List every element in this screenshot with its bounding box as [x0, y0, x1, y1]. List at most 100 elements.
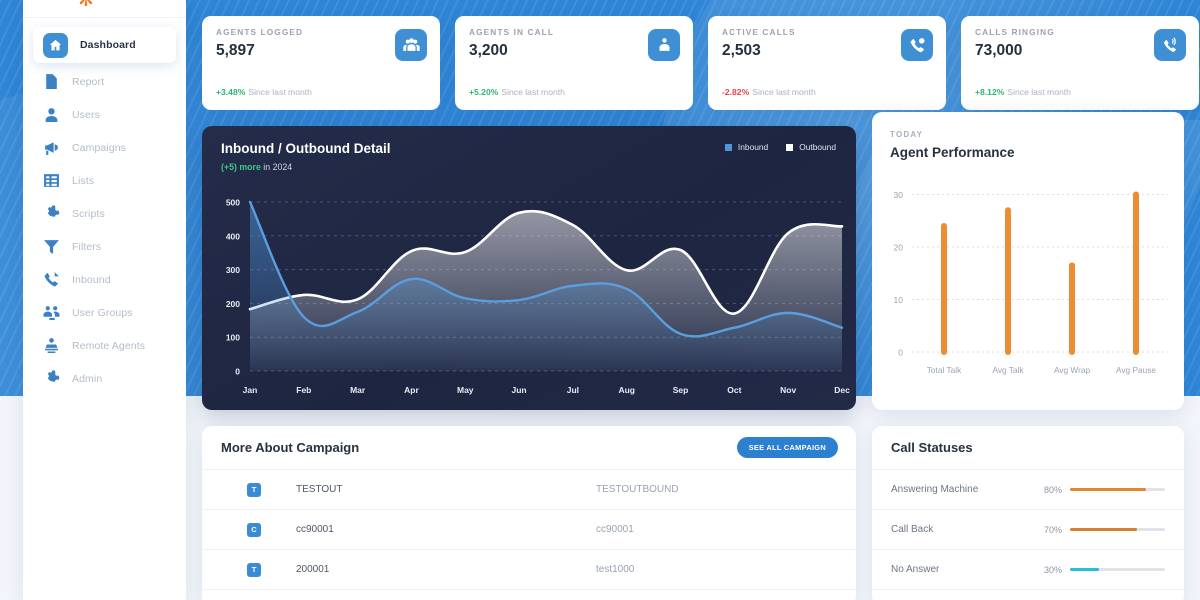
- sidebar-item-remote-agents[interactable]: Remote Agents: [33, 329, 176, 362]
- svg-text:Jan: Jan: [243, 385, 258, 395]
- campaign-table-row[interactable]: T 200001 test1000: [202, 550, 856, 590]
- agent-performance-plot[interactable]: 0 10 20 30 Total Talk Avg Talk Avg Wrap Avg Pau…: [872, 170, 1184, 410]
- call-status-percent: 70%: [1043, 524, 1062, 535]
- gear-icon: [43, 205, 60, 222]
- stat-card[interactable]: AGENTS LOGGED 5,897 +3.48% Since last month: [202, 16, 440, 110]
- orange-star-logo-icon: ❋: [75, 0, 97, 10]
- svg-text:Aug: Aug: [618, 385, 635, 395]
- stat-card-delta: +8.12% Since last month: [975, 87, 1071, 97]
- stat-card-delta: +3.48% Since last month: [216, 87, 312, 97]
- main-content: AGENTS LOGGED 5,897 +3.48% Since last month…: [186, 0, 1200, 600]
- sidebar-logo-area[interactable]: ❋: [23, 0, 186, 18]
- inbound-outbound-chart-card: Inbound / Outbound Detail (+5) more in 2…: [202, 126, 856, 410]
- stat-card-delta: -2.82% Since last month: [722, 87, 816, 97]
- call-status-progress-track: [1070, 488, 1165, 491]
- agent-performance-title: Agent Performance: [890, 145, 1015, 160]
- sidebar-item-filters[interactable]: Filters: [33, 230, 176, 263]
- sidebar-item-admin[interactable]: Admin: [33, 362, 176, 395]
- campaign-name: cc90001: [296, 524, 334, 535]
- svg-text:Mar: Mar: [350, 385, 366, 395]
- sidebar-item-scripts[interactable]: Scripts: [33, 197, 176, 230]
- call-status-progress-track: [1070, 568, 1165, 571]
- legend-label-inbound: Inbound: [737, 142, 769, 152]
- more-about-campaign-card: More About Campaign SEE ALL CAMPAIGN T TE…: [202, 426, 856, 600]
- stat-card[interactable]: CALLS RINGING 73,000 +8.12% Since last mont…: [961, 16, 1199, 110]
- call-status-name: Call Back: [891, 524, 934, 535]
- sidebar-item-users[interactable]: Users: [33, 98, 176, 131]
- sidebar-item-dashboard[interactable]: Dashboard: [33, 27, 176, 63]
- svg-text:0: 0: [235, 367, 240, 377]
- svg-text:30: 30: [894, 190, 904, 200]
- stat-card-delta-pct: +8.12%: [975, 87, 1005, 97]
- stat-card-row: AGENTS LOGGED 5,897 +3.48% Since last month…: [202, 16, 1199, 110]
- campaign-card-title: More About Campaign: [221, 440, 360, 455]
- call-status-row: No Answer 30%: [872, 550, 1184, 590]
- remote-agent-icon: [43, 337, 60, 354]
- sidebar-item-campaigns[interactable]: Campaigns: [33, 131, 176, 164]
- call-status-progress-fill: [1070, 528, 1137, 531]
- users-group-icon: [43, 304, 60, 321]
- sidebar-item-lists[interactable]: Lists: [33, 164, 176, 197]
- sidebar: ❋ Dashboard Report Users Campaigns Lists Scri…: [23, 0, 186, 600]
- svg-text:Nov: Nov: [780, 385, 796, 395]
- campaign-table-row[interactable]: T TESTOUT TESTOUTBOUND: [202, 470, 856, 510]
- svg-text:Total Talk: Total Talk: [927, 365, 962, 375]
- phone-active-icon: [901, 29, 933, 61]
- stat-card[interactable]: AGENTS IN CALL 3,200 +5.20% Since last mont…: [455, 16, 693, 110]
- funnel-icon: [43, 238, 60, 255]
- svg-text:100: 100: [226, 333, 240, 343]
- cog-icon: [43, 370, 60, 387]
- line-chart-plot[interactable]: 0 100 200 300 400 500 Jan Feb Mar Apr May Jun Jul Aug…: [202, 186, 856, 410]
- agent-performance-card: TODAY Agent Performance 0 10 20 30 Total Tal…: [872, 112, 1184, 410]
- stat-card-delta-since: Since last month: [1007, 87, 1071, 97]
- legend-label-outbound: Outbound: [799, 142, 836, 152]
- user-icon: [43, 106, 60, 123]
- legend-item-outbound[interactable]: Outbound: [786, 142, 836, 152]
- svg-text:400: 400: [226, 231, 240, 241]
- call-statuses-title: Call Statuses: [891, 440, 973, 455]
- sidebar-item-label: Scripts: [72, 207, 105, 220]
- see-all-campaign-button[interactable]: SEE ALL CAMPAIGN: [736, 437, 838, 458]
- campaign-alt-name: TESTOUTBOUND: [596, 484, 679, 495]
- svg-text:Feb: Feb: [296, 385, 311, 395]
- megaphone-icon: [43, 139, 60, 156]
- stat-card-delta-pct: +3.48%: [216, 87, 246, 97]
- stat-card[interactable]: ACTIVE CALLS 2,503 -2.82% Since last month: [708, 16, 946, 110]
- sidebar-item-user-groups[interactable]: User Groups: [33, 296, 176, 329]
- call-status-progress-fill: [1070, 488, 1146, 491]
- phone-ringing-icon: [1154, 29, 1186, 61]
- call-status-percent: 30%: [1043, 564, 1062, 575]
- campaign-type-badge-icon: T: [247, 562, 261, 577]
- svg-text:0: 0: [898, 348, 903, 358]
- sidebar-item-inbound[interactable]: Inbound: [33, 263, 176, 296]
- sidebar-item-label: Users: [72, 108, 100, 121]
- svg-text:300: 300: [226, 265, 240, 275]
- svg-text:200: 200: [226, 299, 240, 309]
- svg-text:Dec: Dec: [834, 385, 850, 395]
- campaign-table-body: T TESTOUT TESTOUTBOUND Ccc90001 cc90001 T 2000…: [202, 470, 856, 590]
- sidebar-item-label: Filters: [72, 240, 102, 253]
- file-icon: [43, 73, 60, 90]
- legend-swatch-outbound: [786, 143, 794, 151]
- sidebar-nav-list: Dashboard Report Users Campaigns Lists Script…: [23, 27, 186, 395]
- call-status-name: Answering Machine: [891, 484, 979, 495]
- sidebar-item-label: Lists: [72, 174, 95, 187]
- sidebar-item-label: Remote Agents: [72, 339, 146, 352]
- svg-text:Apr: Apr: [404, 385, 419, 395]
- legend-swatch-inbound: [724, 143, 732, 151]
- home-icon: [43, 32, 68, 58]
- svg-text:Sep: Sep: [673, 385, 689, 395]
- people-group-icon: [395, 29, 427, 61]
- call-status-percent: 80%: [1043, 484, 1062, 495]
- stat-card-delta-pct: +5.20%: [469, 87, 499, 97]
- stat-card-delta-since: Since last month: [248, 87, 312, 97]
- line-chart-subtitle: (+5) more in 2024: [221, 162, 292, 172]
- sidebar-item-label: Campaigns: [72, 141, 127, 154]
- legend-item-inbound[interactable]: Inbound: [724, 142, 769, 152]
- campaign-card-header: More About Campaign SEE ALL CAMPAIGN: [202, 426, 856, 470]
- sidebar-item-report[interactable]: Report: [33, 65, 176, 98]
- svg-text:Avg Talk: Avg Talk: [992, 365, 1024, 375]
- campaign-table-row[interactable]: Ccc90001 cc90001: [202, 510, 856, 550]
- svg-text:Avg Pause: Avg Pause: [1116, 365, 1156, 375]
- agent-performance-eyebrow: TODAY: [890, 130, 924, 139]
